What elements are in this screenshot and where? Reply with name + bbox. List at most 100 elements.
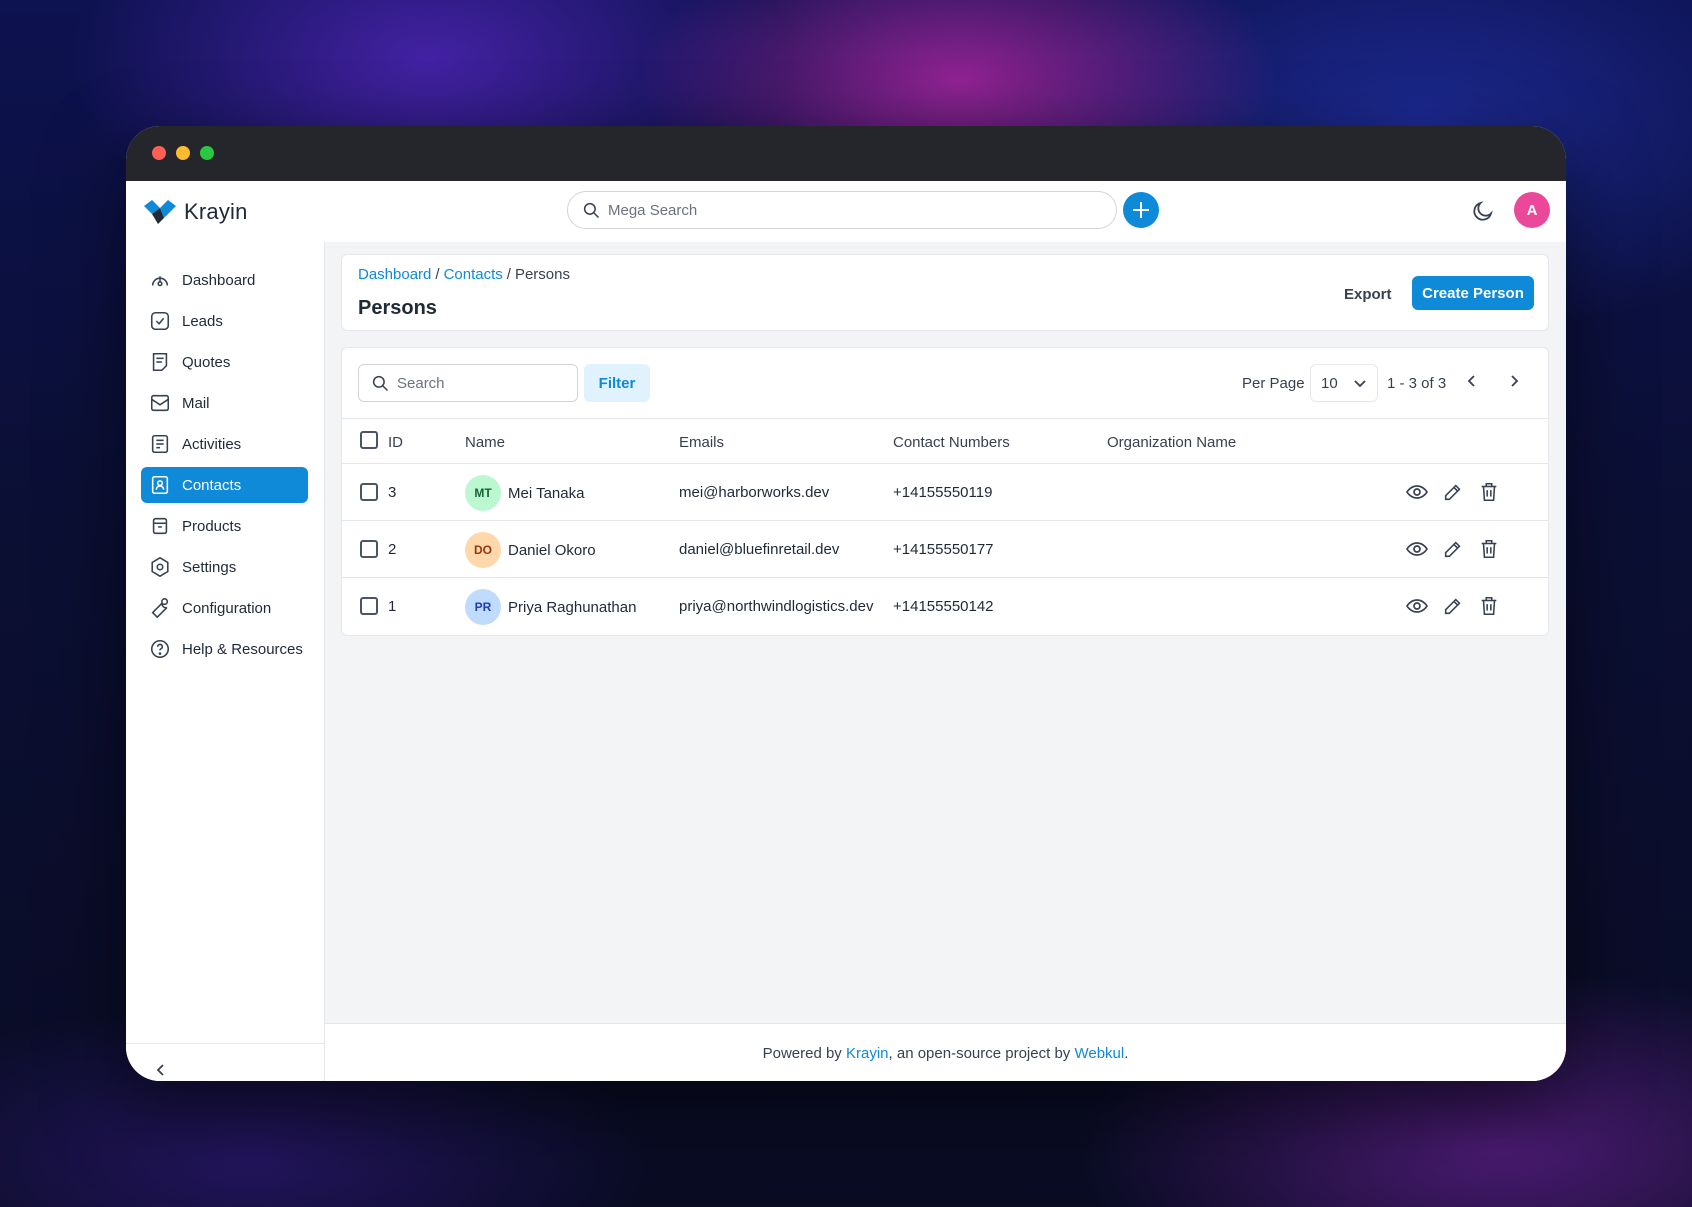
person-name: Daniel Okoro (508, 541, 596, 559)
table-row: 1 PR Priya Raghunathan priya@northwindlo… (342, 578, 1548, 635)
person-email: priya@northwindlogistics.dev (679, 598, 874, 615)
breadcrumb-contacts-link[interactable]: Contacts (444, 266, 503, 283)
column-header-name[interactable]: Name (465, 434, 505, 451)
app-name: Krayin (184, 199, 248, 224)
breadcrumb-separator: / (506, 266, 511, 283)
user-avatar[interactable]: A (1514, 192, 1550, 228)
row-checkbox[interactable] (360, 597, 378, 615)
export-button[interactable]: Export (1332, 277, 1404, 311)
sidebar-item-label: Settings (182, 558, 237, 576)
filter-button[interactable]: Filter (584, 364, 650, 402)
delete-icon[interactable] (1477, 594, 1501, 618)
table-row: 3 MT Mei Tanaka mei@harborworks.dev +141… (342, 464, 1548, 521)
person-avatar: PR (465, 589, 501, 625)
column-header-id[interactable]: ID (388, 434, 403, 451)
app-logo[interactable]: Krayin (144, 199, 248, 225)
person-email: mei@harborworks.dev (679, 484, 830, 501)
sidebar-item-products[interactable]: Products (141, 508, 308, 544)
sidebar-item-contacts[interactable]: Contacts (141, 467, 308, 503)
person-avatar: DO (465, 532, 501, 568)
sidebar-item-mail[interactable]: Mail (141, 385, 308, 421)
table-row: 2 DO Daniel Okoro daniel@bluefinretail.d… (342, 521, 1548, 578)
breadcrumb-dashboard-link[interactable]: Dashboard (358, 266, 431, 283)
sidebar-item-settings[interactable]: Settings (141, 549, 308, 585)
datagrid-search[interactable] (358, 364, 578, 402)
row-actions (1405, 537, 1501, 561)
sidebar-item-help[interactable]: Help & Resources (141, 631, 308, 667)
footer-krayin-link[interactable]: Krayin (846, 1045, 889, 1062)
person-phone: +14155550142 (893, 598, 994, 615)
divider (126, 1043, 325, 1044)
delete-icon[interactable] (1477, 480, 1501, 504)
sidebar-item-configuration[interactable]: Configuration (141, 590, 308, 626)
table-header: ID Name Emails Contact Numbers Organizat… (342, 418, 1548, 464)
plus-icon (1133, 202, 1149, 218)
breadcrumb-current: Persons (514, 266, 570, 283)
per-page-select[interactable]: 10 (1310, 364, 1378, 402)
breadcrumb-separator: / (435, 266, 440, 283)
sidebar-item-quotes[interactable]: Quotes (141, 344, 308, 380)
select-all-checkbox[interactable] (360, 431, 378, 449)
sidebar-item-label: Help & Resources (182, 640, 303, 658)
row-checkbox[interactable] (360, 540, 378, 558)
footer-middle: , an open-source project by (888, 1045, 1071, 1062)
view-icon[interactable] (1405, 594, 1429, 618)
close-window-button[interactable] (152, 146, 166, 160)
edit-icon[interactable] (1441, 594, 1465, 618)
configuration-icon (151, 598, 169, 619)
maximize-window-button[interactable] (200, 146, 214, 160)
pagination-info: 1 - 3 of 3 (1387, 375, 1447, 392)
help-icon (150, 639, 170, 659)
dark-mode-toggle-icon[interactable] (1471, 199, 1495, 223)
dashboard-icon (151, 276, 169, 287)
sidebar-item-label: Products (182, 517, 242, 535)
column-header-organization-name[interactable]: Organization Name (1107, 434, 1236, 451)
view-icon[interactable] (1405, 480, 1429, 504)
sidebar-item-activities[interactable]: Activities (141, 426, 308, 462)
footer-suffix: . (1124, 1045, 1129, 1062)
contacts-icon (151, 475, 169, 495)
sidebar-item-label: Dashboard (182, 271, 256, 289)
quick-create-button[interactable] (1123, 192, 1159, 228)
create-person-button[interactable]: Create Person (1412, 276, 1534, 310)
person-phone: +14155550119 (893, 484, 993, 501)
search-icon (372, 375, 389, 392)
mega-search-bar[interactable] (567, 191, 1117, 229)
search-icon (583, 202, 600, 219)
sidebar-item-label: Contacts (182, 476, 242, 494)
main-content: Dashboard / Contacts / Persons Persons E… (325, 242, 1566, 1081)
person-name-cell: DO Daniel Okoro (465, 532, 596, 568)
person-avatar: MT (465, 475, 501, 511)
column-header-emails[interactable]: Emails (679, 434, 724, 451)
edit-icon[interactable] (1441, 537, 1465, 561)
sidebar-item-leads[interactable]: Leads (141, 303, 308, 339)
krayin-logo-icon (144, 200, 176, 224)
sidebar-item-label: Quotes (182, 353, 231, 371)
products-icon (152, 517, 168, 535)
column-header-contact-numbers[interactable]: Contact Numbers (893, 434, 1010, 451)
view-icon[interactable] (1405, 537, 1429, 561)
row-id: 2 (388, 541, 397, 558)
chevron-down-icon (1354, 380, 1366, 388)
collapse-sidebar-icon[interactable] (153, 1062, 169, 1078)
sidebar-item-dashboard[interactable]: Dashboard (141, 262, 308, 298)
delete-icon[interactable] (1477, 537, 1501, 561)
edit-icon[interactable] (1441, 480, 1465, 504)
chevron-left-icon[interactable] (1464, 373, 1480, 389)
sidebar-item-label: Configuration (182, 599, 272, 617)
window-titlebar (126, 126, 1566, 181)
minimize-window-button[interactable] (176, 146, 190, 160)
row-actions (1405, 594, 1501, 618)
mega-search-input[interactable] (608, 201, 1088, 219)
settings-icon (151, 556, 169, 578)
person-name: Mei Tanaka (508, 484, 585, 502)
sidebar: Dashboard Leads Quotes Mail Activities C… (126, 242, 325, 1081)
persons-datagrid: Filter Per Page 10 1 - 3 of 3 ID Name Em… (341, 347, 1549, 636)
row-checkbox[interactable] (360, 483, 378, 501)
datagrid-search-input[interactable] (397, 374, 557, 392)
chevron-right-icon[interactable] (1506, 373, 1522, 389)
per-page-label: Per Page (1242, 375, 1305, 392)
app-window: Krayin A Dashboard Leads Quotes Mail (126, 126, 1566, 1081)
top-navbar: Krayin A (126, 181, 1566, 242)
footer-webkul-link[interactable]: Webkul (1074, 1045, 1124, 1062)
